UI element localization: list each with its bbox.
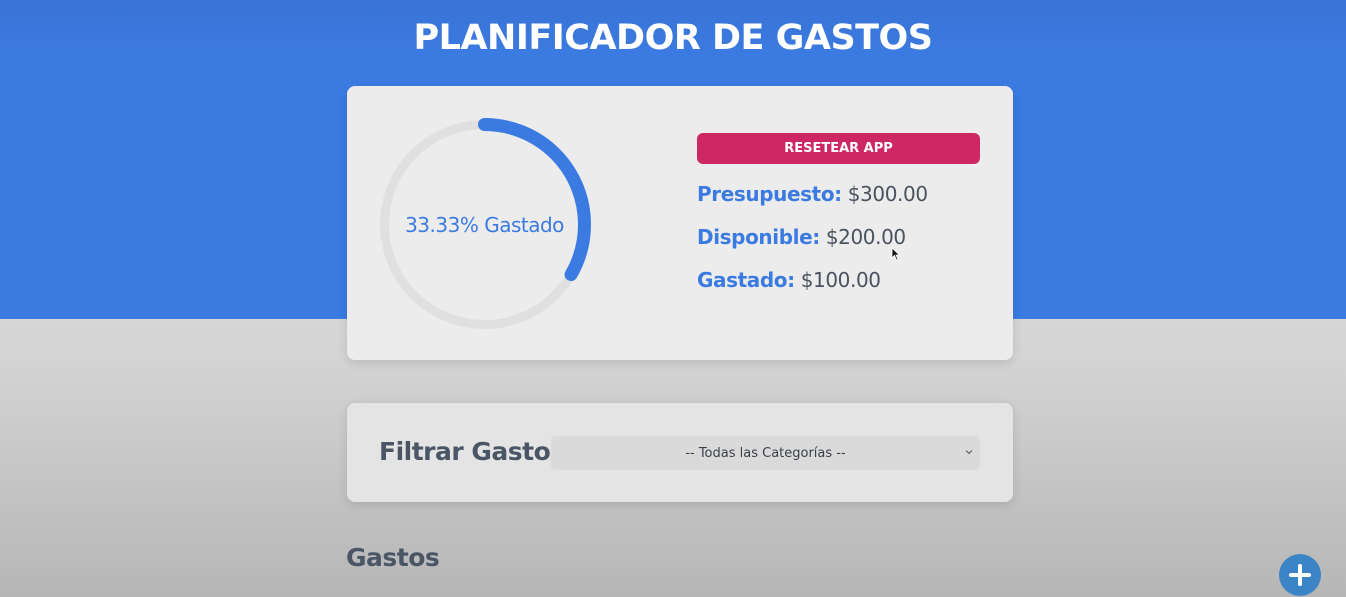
progress-label: 33.33% Gastado xyxy=(405,212,564,237)
reset-app-button[interactable]: RESETEAR APP xyxy=(697,133,980,164)
mouse-cursor-icon xyxy=(891,247,901,261)
budget-available-row: Disponible: $200.00 xyxy=(697,225,906,249)
category-filter-selected: -- Todas las Categorías -- xyxy=(685,445,846,461)
filter-card: Filtrar Gastos -- Todas las Categorías -… xyxy=(347,403,1013,502)
plus-icon xyxy=(1289,564,1311,586)
budget-available-value: $200.00 xyxy=(825,225,906,249)
expenses-section-title: Gastos xyxy=(346,543,440,572)
budget-spent-label: Gastado: xyxy=(697,268,795,292)
budget-total-value: $300.00 xyxy=(847,182,928,206)
budget-total-label: Presupuesto: xyxy=(697,182,842,206)
category-filter-select[interactable]: -- Todas las Categorías -- xyxy=(551,436,980,470)
page-title: PLANIFICADOR DE GASTOS xyxy=(413,18,933,58)
budget-progress-ring: 33.33% Gastado xyxy=(377,117,592,332)
budget-total-row: Presupuesto: $300.00 xyxy=(697,182,928,206)
chevron-down-icon xyxy=(965,450,973,455)
add-expense-button[interactable] xyxy=(1279,554,1321,596)
budget-available-label: Disponible: xyxy=(697,225,820,249)
budget-card: 33.33% Gastado RESETEAR APP Presupuesto:… xyxy=(347,86,1013,360)
budget-spent-value: $100.00 xyxy=(800,268,881,292)
filter-label: Filtrar Gastos xyxy=(379,437,565,466)
budget-spent-row: Gastado: $100.00 xyxy=(697,268,881,292)
